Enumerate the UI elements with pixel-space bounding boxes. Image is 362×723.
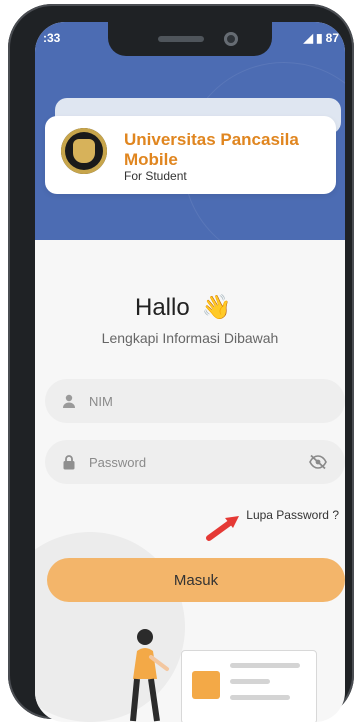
forgot-password-link[interactable]: Lupa Password ? xyxy=(246,508,339,522)
annotation-arrow-icon xyxy=(206,516,239,541)
illustration-panel xyxy=(181,650,317,722)
app-subtitle: For Student xyxy=(124,169,187,183)
user-icon xyxy=(63,394,75,408)
eye-off-icon[interactable] xyxy=(309,454,327,470)
status-time: :33 xyxy=(43,31,61,45)
app-screen: :33 ◢ ▮ 87 Universitas Pancasila Mobile … xyxy=(35,22,345,722)
battery-level: 87 xyxy=(325,31,339,45)
illustration-line xyxy=(230,695,290,700)
lock-icon xyxy=(63,455,75,470)
nim-input[interactable] xyxy=(87,392,291,410)
person-illustration xyxy=(130,629,169,722)
greeting: Hallo 👋 xyxy=(135,293,232,322)
header-card: Universitas Pancasila Mobile For Student xyxy=(45,116,336,194)
nim-field[interactable] xyxy=(45,379,345,423)
status-icons: ◢ ▮ 87 xyxy=(304,31,339,45)
camera-icon xyxy=(224,32,238,46)
phone-notch xyxy=(108,22,272,56)
university-seal-icon xyxy=(61,128,107,174)
phone-frame: :33 ◢ ▮ 87 Universitas Pancasila Mobile … xyxy=(8,4,354,722)
waving-hand-icon: 👋 xyxy=(201,294,232,321)
instruction-text: Lengkapi Informasi Dibawah xyxy=(101,330,279,346)
battery-icon: ▮ xyxy=(316,31,323,45)
illustration-square xyxy=(192,671,220,699)
illustration-line xyxy=(230,663,300,668)
signal-icon: ◢ xyxy=(303,31,314,45)
illustration-line xyxy=(230,679,270,684)
login-button[interactable]: Masuk xyxy=(47,558,345,602)
speaker-icon xyxy=(158,36,204,42)
greeting-text: Hallo xyxy=(135,293,190,321)
password-field[interactable] xyxy=(45,440,345,484)
password-input[interactable] xyxy=(87,453,291,471)
app-title: Universitas Pancasila Mobile xyxy=(124,130,299,169)
